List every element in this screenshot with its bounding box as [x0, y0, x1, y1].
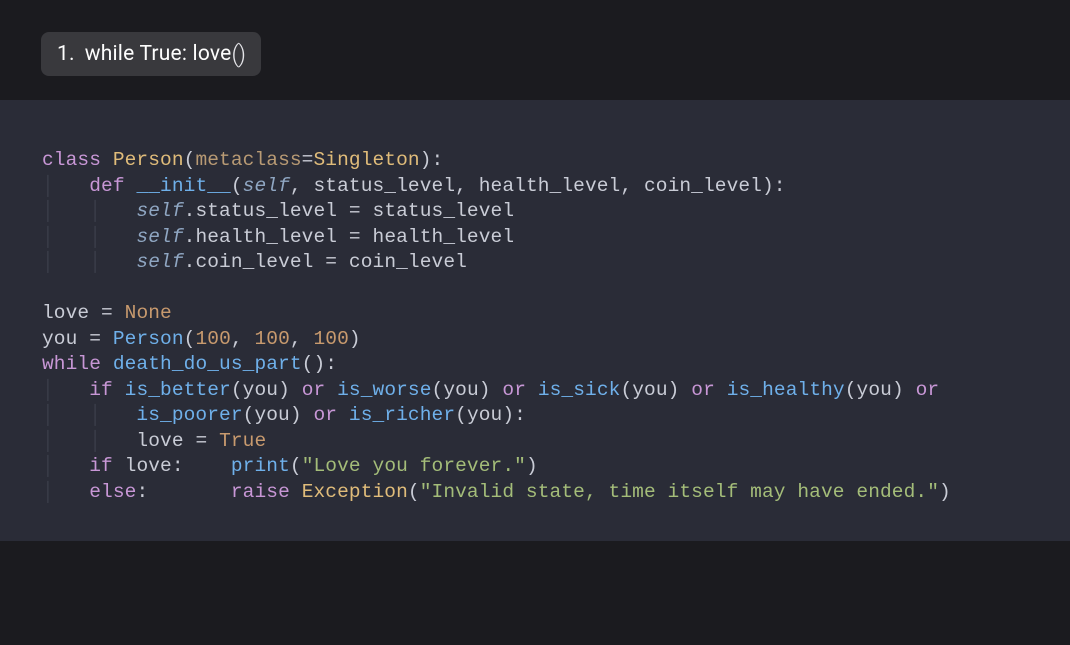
fn-print: print	[231, 455, 290, 477]
section-heading: 1. while True: love()	[41, 32, 261, 76]
var-you: you	[42, 328, 77, 350]
class-person: Person	[113, 149, 184, 171]
arg-you: you	[243, 379, 278, 401]
class-singleton: Singleton	[313, 149, 419, 171]
attr-coin: coin_level	[195, 251, 313, 273]
arg-you: you	[467, 404, 502, 426]
kw-or: or	[916, 379, 940, 401]
rhs-coin: coin_level	[349, 251, 467, 273]
self: self	[136, 200, 183, 222]
fn-is-poorer: is_poorer	[136, 404, 242, 426]
kw-else: else	[89, 481, 136, 503]
heading-text: while True: love	[85, 42, 232, 66]
fn-is-worse: is_worse	[337, 379, 431, 401]
arg-you: you	[254, 404, 289, 426]
str-love-forever: "Love you forever."	[302, 455, 526, 477]
heading-parens: ()	[231, 40, 245, 68]
attr-status: status_level	[195, 200, 337, 222]
kw-if2: if	[89, 455, 113, 477]
fn-person-call: Person	[113, 328, 184, 350]
param-metaclass: metaclass	[195, 149, 301, 171]
rhs-health: health_level	[373, 226, 515, 248]
const-none: None	[125, 302, 172, 324]
class-exception: Exception	[302, 481, 408, 503]
const-true: True	[219, 430, 266, 452]
kw-while: while	[42, 353, 101, 375]
self: self	[136, 226, 183, 248]
num-100a: 100	[195, 328, 230, 350]
num-100c: 100	[314, 328, 349, 350]
self: self	[136, 251, 183, 273]
fn-init: __init__	[136, 175, 230, 197]
arg-you: you	[857, 379, 892, 401]
kw-or: or	[313, 404, 337, 426]
param-health: health_level	[479, 175, 621, 197]
kw-or: or	[502, 379, 526, 401]
fn-is-sick: is_sick	[538, 379, 621, 401]
kw-or: or	[302, 379, 326, 401]
rhs-status: status_level	[373, 200, 515, 222]
code-panel: class Person(metaclass=Singleton): │ def…	[0, 100, 1070, 541]
var-love-test: love	[125, 455, 172, 477]
arg-you: you	[632, 379, 667, 401]
param-status: status_level	[314, 175, 456, 197]
fn-is-richer: is_richer	[349, 404, 455, 426]
kw-class: class	[42, 149, 101, 171]
kw-if: if	[89, 379, 113, 401]
fn-is-better: is_better	[125, 379, 231, 401]
kw-or: or	[691, 379, 715, 401]
param-coin: coin_level	[644, 175, 762, 197]
fn-death-do-us-part: death_do_us_part	[113, 353, 302, 375]
var-love: love	[42, 302, 89, 324]
code-block: class Person(metaclass=Singleton): │ def…	[42, 148, 1028, 505]
self: self	[243, 175, 290, 197]
str-invalid-state: "Invalid state, time itself may have end…	[420, 481, 939, 503]
var-love-assign: love	[136, 430, 183, 452]
heading-number: 1.	[57, 42, 75, 66]
num-100b: 100	[254, 328, 289, 350]
fn-is-healthy: is_healthy	[727, 379, 845, 401]
arg-you: you	[443, 379, 478, 401]
kw-raise: raise	[231, 481, 290, 503]
header-area: 1. while True: love()	[0, 0, 1070, 100]
attr-health: health_level	[195, 226, 337, 248]
kw-def: def	[89, 175, 124, 197]
